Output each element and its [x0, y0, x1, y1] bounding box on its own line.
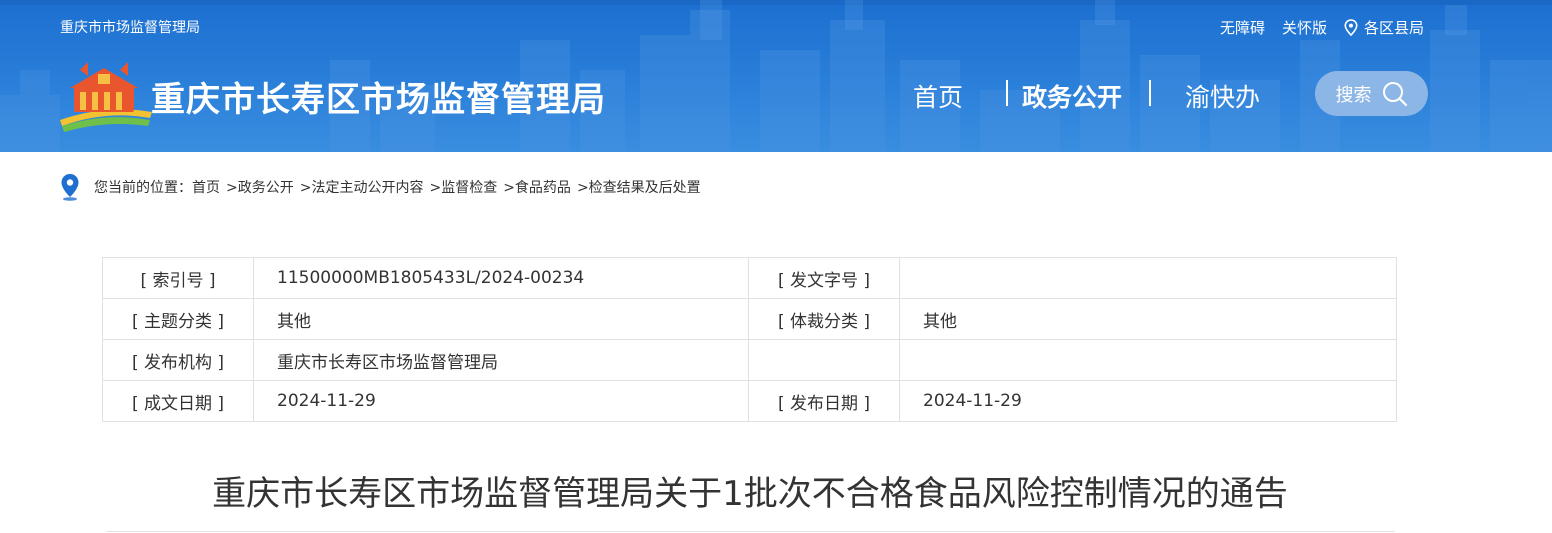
breadcrumb-item-supervision[interactable]: >监督检查 — [429, 177, 497, 197]
search-label: 搜索 — [1335, 84, 1372, 106]
location-pin-icon — [1344, 19, 1358, 36]
table-row: [ 成文日期 ] 2024-11-29 [ 发布日期 ] 2024-11-29 — [102, 380, 1397, 422]
meta-label: [ 发布日期 ] — [748, 380, 900, 422]
meta-value: 重庆市长寿区市场监督管理局 — [253, 339, 749, 381]
nav-home[interactable]: 首页 — [913, 78, 963, 114]
meta-value — [899, 339, 1397, 381]
document-meta-table: [ 索引号 ] 11500000MB1805433L/2024-00234 [ … — [102, 257, 1397, 422]
meta-label: [ 发文字号 ] — [748, 257, 900, 299]
nav-separator — [1006, 80, 1008, 106]
top-utility-links: 无障碍 关怀版 各区县局 — [1220, 17, 1424, 38]
location-marker-icon — [61, 174, 79, 201]
site-header: 重庆市市场监督管理局 无障碍 关怀版 各区县局 重庆市长寿区市场监督管理局 首页… — [0, 0, 1552, 152]
table-row: [ 主题分类 ] 其他 [ 体裁分类 ] 其他 — [102, 298, 1397, 340]
site-title[interactable]: 重庆市长寿区市场监督管理局 — [151, 72, 606, 121]
breadcrumb-item-gov-open[interactable]: >政务公开 — [226, 177, 294, 197]
breadcrumb: 您当前的位置： 首页 >政务公开 >法定主动公开内容 >监督检查 >食品药品 >… — [60, 172, 707, 202]
meta-value: 11500000MB1805433L/2024-00234 — [253, 257, 749, 299]
emblem-logo-icon[interactable] — [58, 60, 154, 136]
meta-value: 2024-11-29 — [253, 380, 749, 422]
breadcrumb-prefix: 您当前的位置： — [94, 180, 192, 196]
meta-value — [899, 257, 1397, 299]
care-mode-link[interactable]: 关怀版 — [1282, 17, 1327, 38]
search-icon — [1382, 81, 1407, 106]
breadcrumb-item-results[interactable]: >检查结果及后处置 — [577, 177, 701, 197]
meta-value: 其他 — [253, 298, 749, 340]
search-button[interactable]: 搜索 — [1315, 71, 1428, 116]
breadcrumb-item-legal-content[interactable]: >法定主动公开内容 — [300, 177, 424, 197]
title-divider — [106, 531, 1395, 532]
breadcrumb-item-food-drug[interactable]: >食品药品 — [503, 177, 571, 197]
accessibility-link[interactable]: 无障碍 — [1220, 17, 1265, 38]
nav-separator — [1149, 80, 1151, 106]
table-row: [ 发布机构 ] 重庆市长寿区市场监督管理局 — [102, 339, 1397, 381]
meta-label — [748, 339, 900, 381]
meta-label: [ 体裁分类 ] — [748, 298, 900, 340]
meta-label: [ 成文日期 ] — [102, 380, 254, 422]
parent-org-link[interactable]: 重庆市市场监督管理局 — [60, 17, 200, 37]
meta-value: 其他 — [899, 298, 1397, 340]
nav-yu-kuai-ban[interactable]: 渝快办 — [1185, 78, 1260, 114]
meta-label: [ 发布机构 ] — [102, 339, 254, 381]
meta-value: 2024-11-29 — [899, 380, 1397, 422]
nav-gov-open[interactable]: 政务公开 — [1022, 78, 1122, 114]
article-title: 重庆市长寿区市场监督管理局关于1批次不合格食品风险控制情况的通告 — [212, 474, 1288, 514]
districts-label: 各区县局 — [1363, 19, 1424, 37]
meta-label: [ 索引号 ] — [102, 257, 254, 299]
table-row: [ 索引号 ] 11500000MB1805433L/2024-00234 [ … — [102, 257, 1397, 299]
districts-link[interactable]: 各区县局 — [1344, 17, 1424, 38]
breadcrumb-item-home[interactable]: 首页 — [192, 177, 220, 197]
meta-label: [ 主题分类 ] — [102, 298, 254, 340]
